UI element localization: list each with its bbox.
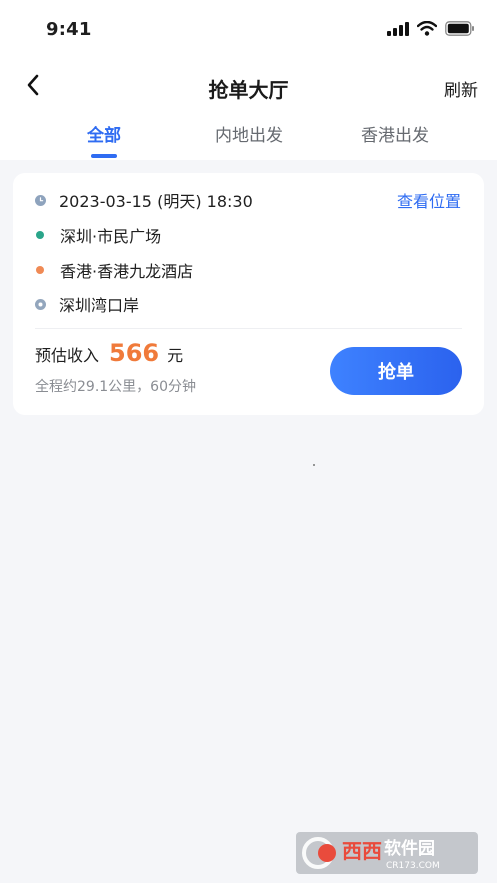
signal-icon	[387, 21, 409, 40]
start-location-row: 深圳·市民广场	[35, 223, 161, 247]
checkpoint: 深圳湾口岸	[59, 296, 140, 315]
income-unit: 元	[167, 346, 184, 365]
order-card[interactable]: 2023-03-15 (明天) 18:30 查看位置 深圳·市民广场 香港·香港…	[13, 173, 484, 415]
tab-all[interactable]: 全部	[87, 121, 121, 146]
trip-summary: 全程约29.1公里，60分钟	[35, 379, 196, 395]
start-location: 深圳·市民广场	[60, 227, 162, 246]
svg-text:CR173.COM: CR173.COM	[386, 861, 440, 871]
destination-dot-icon	[36, 266, 44, 274]
destination-row: 香港·香港九龙酒店	[35, 258, 193, 282]
location-pin-icon	[35, 298, 46, 310]
status-time: 9:41	[46, 19, 92, 40]
tab-bar: 全部 内地出发 香港出发	[0, 121, 497, 161]
start-dot-icon	[36, 231, 44, 239]
refresh-button[interactable]: 刷新	[444, 76, 478, 101]
checkpoint-row: 深圳湾口岸	[35, 292, 139, 316]
income-amount: 566	[109, 339, 160, 367]
watermark-logo: 西西 软件园 CR173.COM	[296, 832, 478, 874]
page-title: 抢单大厅	[208, 78, 289, 102]
svg-text:西西: 西西	[342, 839, 382, 863]
svg-text:软件园: 软件园	[384, 838, 435, 859]
income-block: 预估收入 566 元	[35, 339, 183, 367]
tab-mainland-departure[interactable]: 内地出发	[215, 121, 283, 146]
stray-dot	[313, 464, 315, 466]
order-datetime: 2023-03-15 (明天) 18:30	[59, 192, 253, 211]
order-datetime-row: 2023-03-15 (明天) 18:30	[35, 188, 253, 212]
grab-order-button[interactable]: 抢单	[330, 347, 462, 395]
destination: 香港·香港九龙酒店	[60, 262, 194, 281]
status-icons	[387, 20, 475, 40]
view-location-link[interactable]: 查看位置	[397, 188, 461, 212]
card-divider	[35, 328, 462, 329]
battery-icon	[445, 21, 475, 40]
tab-hongkong-departure[interactable]: 香港出发	[361, 121, 429, 146]
income-label: 预估收入	[35, 346, 100, 365]
tab-active-indicator	[91, 154, 117, 158]
wifi-icon	[416, 20, 438, 40]
clock-icon	[35, 194, 46, 206]
